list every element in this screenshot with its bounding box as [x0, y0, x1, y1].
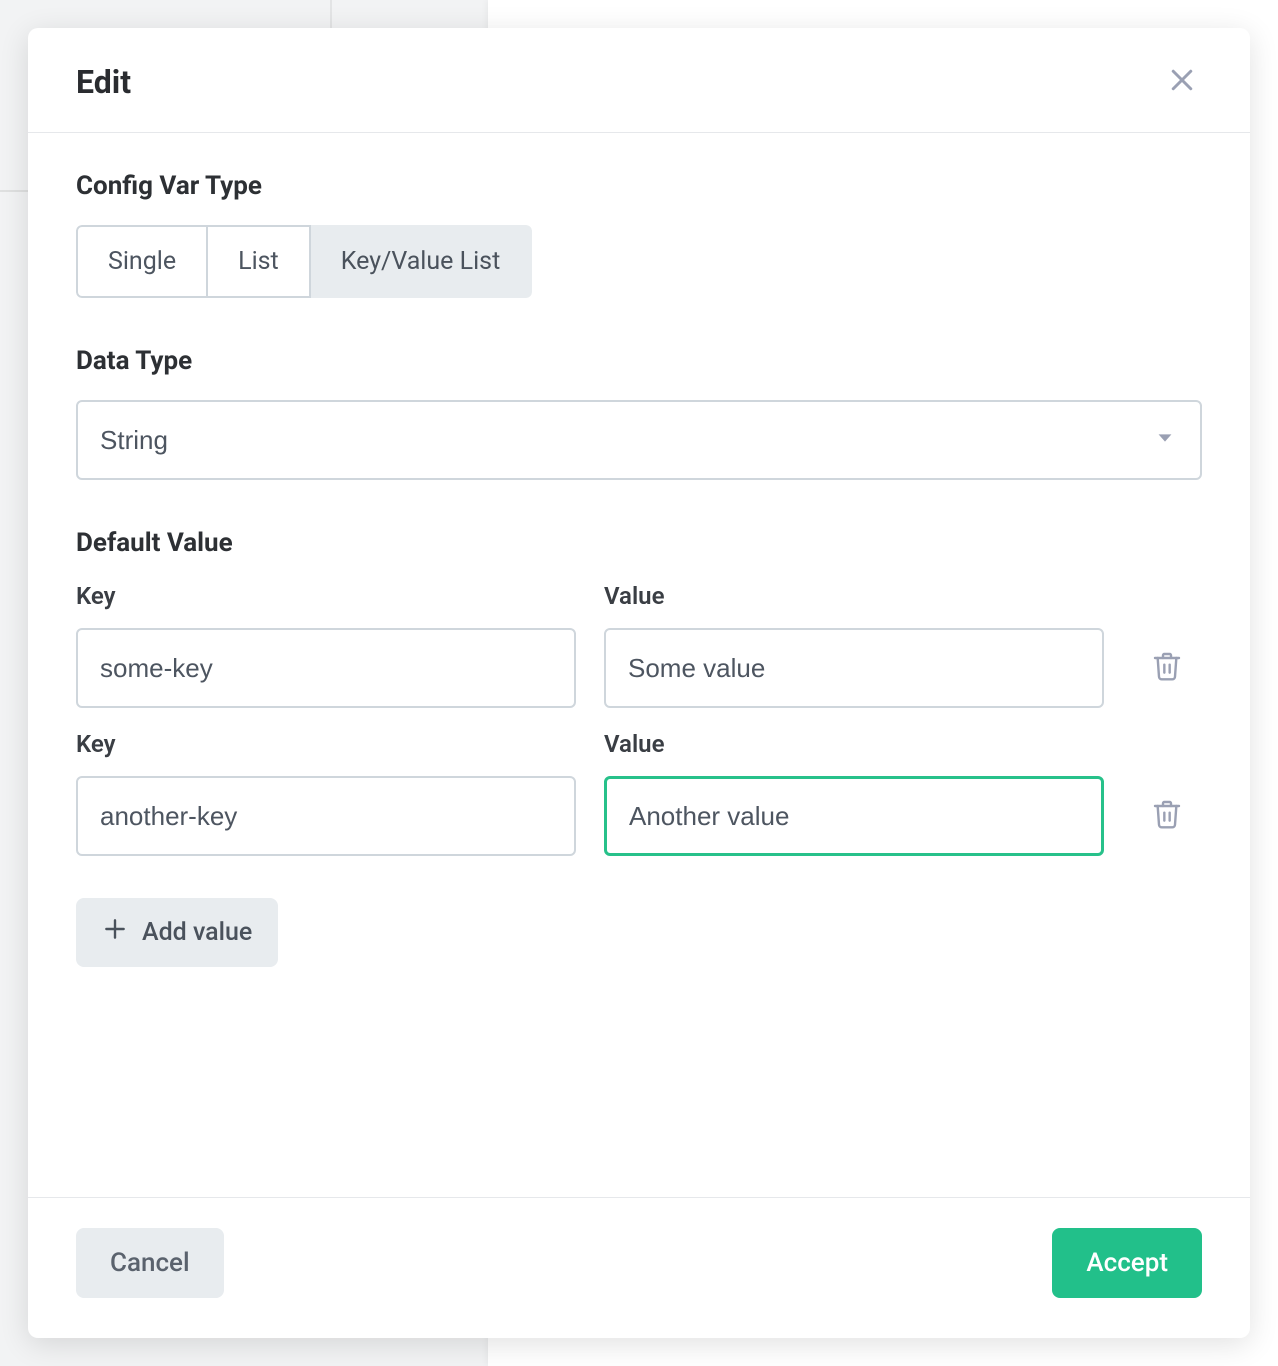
page-backdrop: Edit Config Var Type Single List Key/Val…	[0, 0, 1278, 1366]
kv-row: Key Value	[76, 730, 1202, 856]
kv-key-col: Key	[76, 730, 576, 856]
kv-key-input[interactable]	[76, 776, 576, 856]
kv-key-col: Key	[76, 582, 576, 708]
config-var-type-option-single[interactable]: Single	[76, 225, 208, 298]
kv-row: Key Value	[76, 582, 1202, 708]
kv-key-label: Key	[76, 582, 576, 610]
default-value-label: Default Value	[76, 528, 1202, 558]
modal-body: Config Var Type Single List Key/Value Li…	[28, 133, 1250, 1197]
data-type-label: Data Type	[76, 346, 1202, 376]
modal-title: Edit	[76, 63, 131, 101]
kv-value-input[interactable]	[604, 776, 1104, 856]
config-var-type-option-key-value-list[interactable]: Key/Value List	[311, 225, 533, 298]
add-value-button[interactable]: Add value	[76, 898, 278, 967]
data-type-select-wrap	[76, 400, 1202, 480]
add-value-label: Add value	[142, 918, 252, 947]
kv-value-col: Value	[604, 582, 1104, 708]
modal-header: Edit	[28, 28, 1250, 133]
plus-icon	[102, 916, 128, 949]
config-var-type-label: Config Var Type	[76, 171, 1202, 201]
config-var-type-option-list[interactable]: List	[208, 225, 311, 298]
modal-footer: Cancel Accept	[28, 1197, 1250, 1338]
edit-modal: Edit Config Var Type Single List Key/Val…	[28, 28, 1250, 1338]
config-var-type-group: Single List Key/Value List	[76, 225, 532, 298]
trash-icon	[1151, 650, 1183, 686]
kv-key-label: Key	[76, 730, 576, 758]
kv-value-label: Value	[604, 730, 1104, 758]
cancel-button[interactable]: Cancel	[76, 1228, 224, 1298]
kv-key-input[interactable]	[76, 628, 576, 708]
trash-icon	[1151, 798, 1183, 834]
kv-value-input[interactable]	[604, 628, 1104, 708]
kv-delete-button[interactable]	[1132, 628, 1202, 708]
close-button[interactable]	[1162, 62, 1202, 102]
kv-value-col: Value	[604, 730, 1104, 856]
accept-button[interactable]: Accept	[1052, 1228, 1202, 1298]
kv-delete-button[interactable]	[1132, 776, 1202, 856]
kv-value-label: Value	[604, 582, 1104, 610]
close-icon	[1167, 65, 1197, 99]
data-type-select[interactable]	[76, 400, 1202, 480]
